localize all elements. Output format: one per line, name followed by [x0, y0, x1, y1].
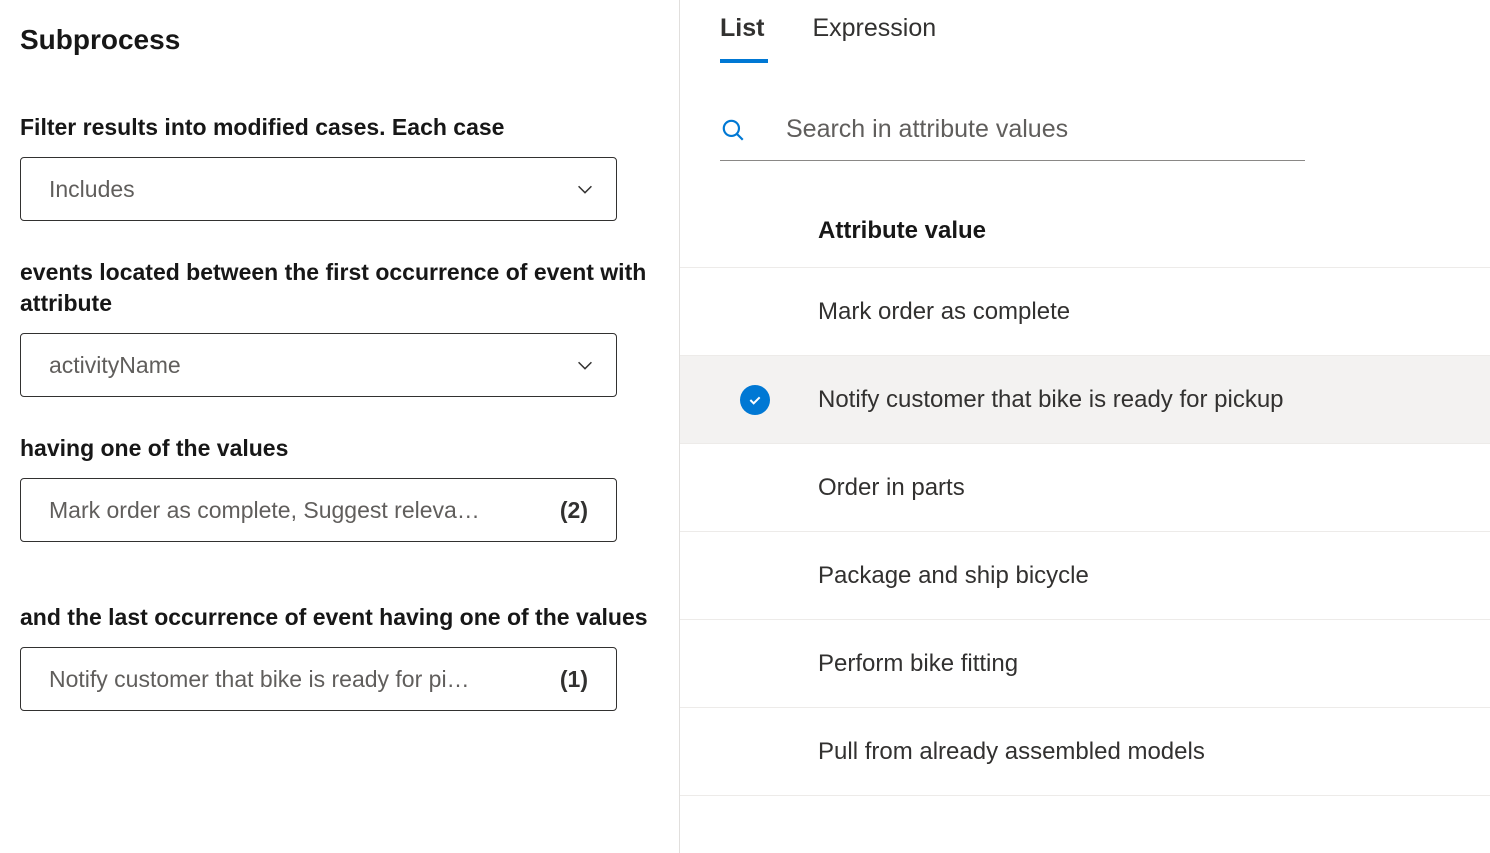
attribute-value-header: Attribute value	[680, 217, 1490, 268]
tab-list[interactable]: List	[720, 14, 764, 63]
filter-select-value: Includes	[49, 176, 562, 203]
search-row	[720, 115, 1305, 161]
tab-expression[interactable]: Expression	[812, 14, 936, 63]
attribute-value-label: Notify customer that bike is ready for p…	[818, 386, 1284, 414]
first-values-text: Mark order as complete, Suggest releva…	[49, 497, 548, 524]
attribute-value-row[interactable]: Package and ship bicycle	[680, 532, 1490, 620]
tabs: List Expression	[680, 14, 1490, 63]
right-panel: List Expression Attribute value Mark ord…	[680, 0, 1490, 853]
first-attr-field-group: events located between the first occurre…	[20, 257, 659, 397]
last-values-select[interactable]: Notify customer that bike is ready for p…	[20, 647, 617, 711]
first-attr-select[interactable]: activityName	[20, 333, 617, 397]
search-icon	[720, 117, 746, 143]
attribute-value-label: Perform bike fitting	[818, 650, 1018, 678]
last-values-text: Notify customer that bike is ready for p…	[49, 666, 548, 693]
left-panel: Subprocess Filter results into modified …	[0, 0, 680, 853]
last-values-count: (1)	[560, 666, 588, 693]
last-values-field-group: and the last occurrence of event having …	[20, 602, 659, 711]
last-values-label: and the last occurrence of event having …	[20, 602, 659, 633]
first-attr-label: events located between the first occurre…	[20, 257, 659, 319]
attribute-value-label: Pull from already assembled models	[818, 738, 1205, 766]
attribute-value-row[interactable]: Perform bike fitting	[680, 620, 1490, 708]
first-attr-select-value: activityName	[49, 352, 562, 379]
chevron-down-icon	[574, 178, 596, 200]
check-icon	[740, 385, 770, 415]
first-values-count: (2)	[560, 497, 588, 524]
first-values-field-group: having one of the values Mark order as c…	[20, 433, 659, 542]
attribute-value-row[interactable]: Mark order as complete	[680, 268, 1490, 356]
attribute-value-label: Mark order as complete	[818, 298, 1070, 326]
attribute-value-label: Order in parts	[818, 474, 965, 502]
attribute-value-label: Package and ship bicycle	[818, 562, 1089, 590]
first-values-select[interactable]: Mark order as complete, Suggest releva… …	[20, 478, 617, 542]
filter-label: Filter results into modified cases. Each…	[20, 112, 659, 143]
search-input[interactable]	[786, 115, 1305, 144]
chevron-down-icon	[574, 354, 596, 376]
attribute-value-row[interactable]: Pull from already assembled models	[680, 708, 1490, 796]
filter-select[interactable]: Includes	[20, 157, 617, 221]
attribute-value-list: Mark order as complete Notify customer th…	[680, 268, 1490, 796]
first-values-label: having one of the values	[20, 433, 659, 464]
check-slot	[740, 385, 818, 415]
filter-field-group: Filter results into modified cases. Each…	[20, 112, 659, 221]
attribute-value-row[interactable]: Notify customer that bike is ready for p…	[680, 356, 1490, 444]
attribute-value-row[interactable]: Order in parts	[680, 444, 1490, 532]
page-title: Subprocess	[20, 24, 659, 56]
